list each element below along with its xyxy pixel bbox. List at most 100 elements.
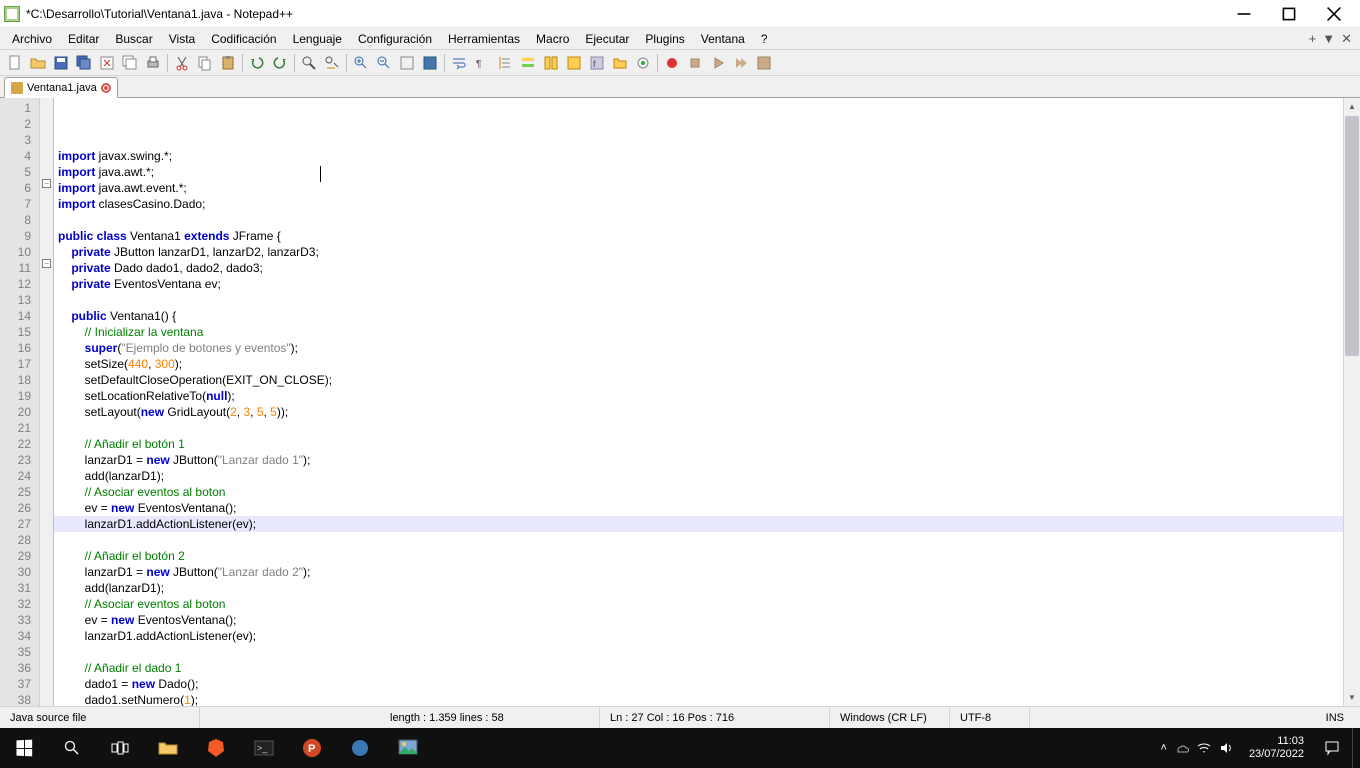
menubar: Archivo Editar Buscar Vista Codificación… [0,28,1360,50]
scroll-up-icon[interactable]: ▲ [1344,98,1360,115]
fold-toggle-icon[interactable]: − [42,259,51,268]
paste-button[interactable] [217,52,239,74]
clock-time: 11:03 [1249,735,1304,748]
find-button[interactable] [298,52,320,74]
code-area[interactable]: import javax.swing.*;import java.awt.*;i… [54,98,1343,706]
replace-button[interactable] [321,52,343,74]
clock-date: 23/07/2022 [1249,748,1304,761]
sync-v-button[interactable] [396,52,418,74]
tabbar: Ventana1.java [0,76,1360,98]
line-number-gutter: 1234567891011121314151617181920212223242… [0,98,54,706]
status-encoding[interactable]: UTF-8 [950,707,1030,728]
tray-onedrive-icon[interactable] [1175,741,1189,755]
show-all-chars-button[interactable]: ¶ [471,52,493,74]
svg-text:>_: >_ [257,743,268,753]
taskbar-clock[interactable]: 11:03 23/07/2022 [1241,735,1312,761]
svg-text:¶: ¶ [476,59,481,70]
wordwrap-button[interactable] [448,52,470,74]
search-button[interactable] [48,728,96,768]
window-title: *C:\Desarrollo\Tutorial\Ventana1.java - … [26,7,1221,21]
menu-ventana[interactable]: Ventana [693,30,753,48]
udl-button[interactable] [517,52,539,74]
menu-buscar[interactable]: Buscar [107,30,160,48]
close-button[interactable] [1311,0,1356,28]
menu-vista[interactable]: Vista [161,30,203,48]
cut-button[interactable] [171,52,193,74]
menu-ejecutar[interactable]: Ejecutar [577,30,637,48]
save-macro-button[interactable] [753,52,775,74]
toolbar-dropdown-icon[interactable]: ▼ [1322,31,1335,46]
func-list-button[interactable]: f [586,52,608,74]
menu-herramientas[interactable]: Herramientas [440,30,528,48]
tray-chevron-icon[interactable]: ˄ [1161,742,1167,754]
menu-configuracion[interactable]: Configuración [350,30,440,48]
close-all-button[interactable] [119,52,141,74]
stop-macro-button[interactable] [684,52,706,74]
sync-h-button[interactable] [419,52,441,74]
taskbar-powerpoint[interactable]: P [288,728,336,768]
status-filetype: Java source file [0,707,200,728]
open-file-button[interactable] [27,52,49,74]
taskbar-app2[interactable] [384,728,432,768]
status-position: Ln : 27 Col : 16 Pos : 716 [600,707,830,728]
titlebar: *C:\Desarrollo\Tutorial\Ventana1.java - … [0,0,1360,28]
fold-toggle-icon[interactable]: − [42,179,51,188]
taskbar-brave[interactable] [192,728,240,768]
vertical-scrollbar[interactable]: ▲ ▼ [1343,98,1360,706]
action-center-button[interactable] [1312,728,1352,768]
menu-lenguaje[interactable]: Lenguaje [285,30,350,48]
start-button[interactable] [0,728,48,768]
menu-plugins[interactable]: Plugins [637,30,692,48]
scrollbar-thumb[interactable] [1345,116,1359,356]
system-tray[interactable]: ˄ [1153,741,1241,755]
status-eol[interactable]: Windows (CR LF) [830,707,950,728]
folder-view-button[interactable] [609,52,631,74]
scroll-down-icon[interactable]: ▼ [1344,689,1360,706]
play-multi-button[interactable] [730,52,752,74]
taskbar: >_ P ˄ 11:03 23/07/2022 [0,728,1360,768]
doc-list-button[interactable] [563,52,585,74]
status-ins[interactable]: INS [1030,707,1360,728]
menu-archivo[interactable]: Archivo [4,30,60,48]
toolbar-add-icon[interactable]: + [1309,31,1317,46]
play-macro-button[interactable] [707,52,729,74]
svg-text:P: P [308,743,315,755]
print-button[interactable] [142,52,164,74]
file-icon [11,82,23,94]
indent-guide-button[interactable] [494,52,516,74]
menu-editar[interactable]: Editar [60,30,107,48]
menu-codificacion[interactable]: Codificación [203,30,284,48]
statusbar: Java source file length : 1.359 lines : … [0,706,1360,728]
show-desktop-button[interactable] [1352,728,1358,768]
menu-macro[interactable]: Macro [528,30,577,48]
monitoring-button[interactable] [632,52,654,74]
record-macro-button[interactable] [661,52,683,74]
tab-ventana1[interactable]: Ventana1.java [4,77,118,98]
menu-help[interactable]: ? [753,30,776,48]
app-icon [4,6,20,22]
status-length: length : 1.359 lines : 58 [380,707,600,728]
zoom-out-button[interactable] [373,52,395,74]
undo-button[interactable] [246,52,268,74]
minimize-button[interactable] [1221,0,1266,28]
copy-button[interactable] [194,52,216,74]
toolbar: ¶ f [0,50,1360,76]
editor[interactable]: 1234567891011121314151617181920212223242… [0,98,1360,706]
zoom-in-button[interactable] [350,52,372,74]
save-button[interactable] [50,52,72,74]
unsaved-indicator-icon [101,83,111,93]
taskbar-app1[interactable] [336,728,384,768]
maximize-button[interactable] [1266,0,1311,28]
taskview-button[interactable] [96,728,144,768]
save-all-button[interactable] [73,52,95,74]
tray-volume-icon[interactable] [1219,741,1233,755]
doc-map-button[interactable] [540,52,562,74]
toolbar-x-icon[interactable]: ✕ [1341,31,1352,47]
tab-label: Ventana1.java [27,82,97,94]
taskbar-explorer[interactable] [144,728,192,768]
tray-wifi-icon[interactable] [1197,741,1211,755]
redo-button[interactable] [269,52,291,74]
new-file-button[interactable] [4,52,26,74]
taskbar-terminal[interactable]: >_ [240,728,288,768]
close-file-button[interactable] [96,52,118,74]
